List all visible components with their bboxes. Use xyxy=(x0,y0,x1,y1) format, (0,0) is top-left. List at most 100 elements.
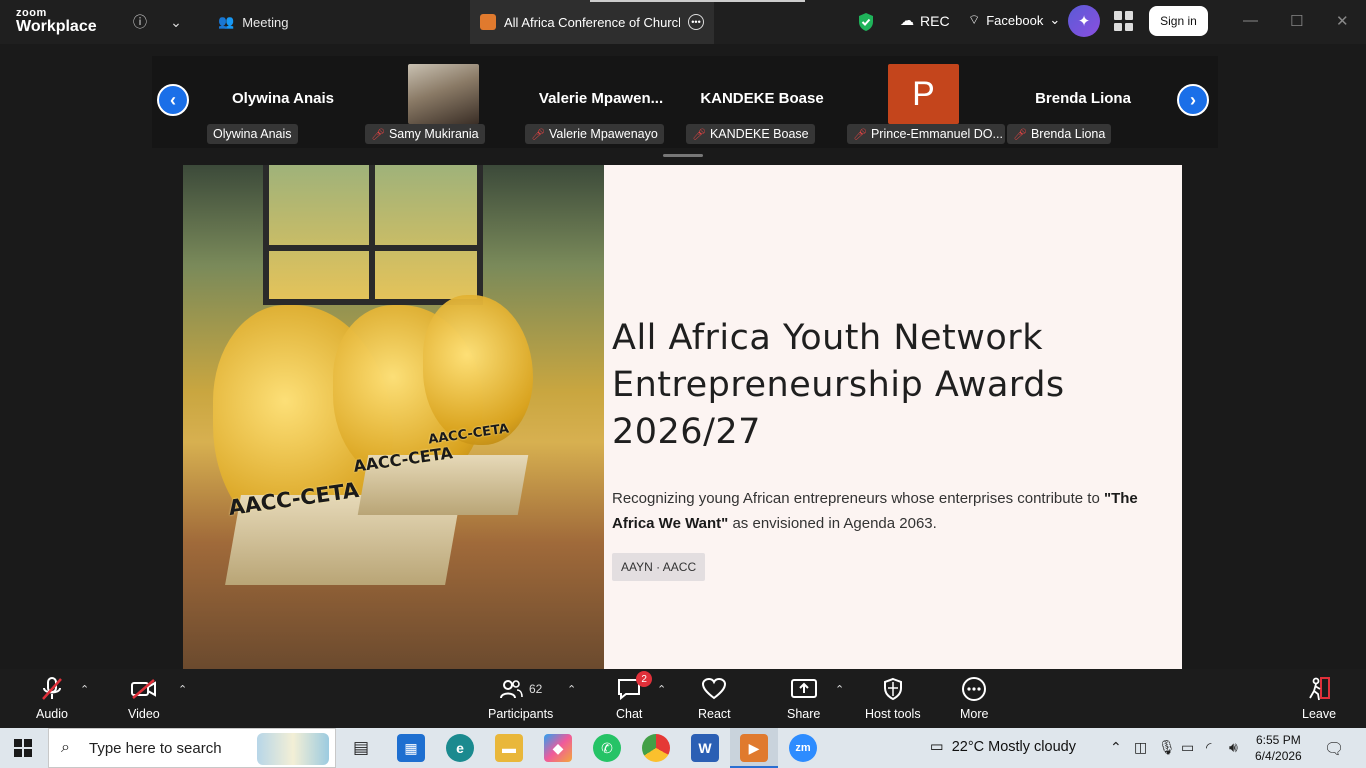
volume-icon[interactable]: 🔊︎ xyxy=(1229,739,1238,756)
tab-title: All Africa Conference of Churches xyxy=(504,14,680,30)
cloud-record-icon: ☁ xyxy=(900,12,914,28)
react-icon-wrap xyxy=(701,675,727,703)
participants-options-caret-icon[interactable]: ⌃ xyxy=(567,683,576,696)
participant-tile[interactable]: Olywina Anais Olywina Anais xyxy=(207,64,359,144)
video-label: Video xyxy=(128,707,160,721)
rec-label: REC xyxy=(920,12,950,29)
slide-title-line: Entrepreneurship Awards xyxy=(612,365,1065,405)
whatsapp-icon[interactable]: ✆ xyxy=(593,734,621,762)
participant-label-text: Olywina Anais xyxy=(213,127,292,141)
participant-label: 🎤︎ Brenda Liona xyxy=(1007,124,1112,144)
participant-label-text: Brenda Liona xyxy=(1030,127,1106,141)
chat-button[interactable]: 2 Chat xyxy=(616,671,653,721)
task-view-icon[interactable]: ▤ xyxy=(347,734,375,762)
more-icon xyxy=(962,677,987,701)
participant-label: Olywina Anais xyxy=(207,124,298,144)
weather-widget[interactable]: ▭ 22°C Mostly cloudy xyxy=(930,739,1076,755)
live-stream-icon: ⌔ xyxy=(968,12,981,27)
strip-prev-button[interactable]: ‹ xyxy=(157,84,189,116)
chat-options-caret-icon[interactable]: ⌃ xyxy=(657,683,666,696)
share-icon-wrap xyxy=(790,675,818,703)
slide-title: All Africa Youth Network Entrepreneurshi… xyxy=(612,315,1172,456)
participants-icon-wrap: 62 xyxy=(499,675,542,703)
slide-body-text: as envisioned in Agenda 2063. xyxy=(728,515,937,532)
taskbar-search[interactable]: ⌕ Type here to search xyxy=(48,728,336,768)
strip-scroll-indicator[interactable] xyxy=(663,154,703,157)
heart-icon xyxy=(702,677,727,700)
audio-button[interactable]: Audio xyxy=(36,675,68,721)
app-favicon-icon xyxy=(480,14,496,30)
react-button[interactable]: React xyxy=(698,675,731,721)
edge-browser-icon[interactable]: e xyxy=(446,734,474,762)
chevron-down-icon[interactable]: ⌄ xyxy=(164,10,188,34)
ai-companion-icon[interactable]: ✦ xyxy=(1068,5,1100,37)
muted-mic-icon: 🎤︎ xyxy=(531,128,545,141)
zoom-app-icon[interactable]: zm xyxy=(789,734,817,762)
stream-label: Facebook xyxy=(986,12,1044,28)
zoom-logo: zoom Workplace xyxy=(16,8,97,35)
meeting-tab[interactable]: 👥 Meeting xyxy=(218,10,288,34)
presentation-app-icon[interactable]: ▶ xyxy=(740,734,768,762)
record-button[interactable]: ☁ REC xyxy=(900,12,950,29)
share-button[interactable]: Share xyxy=(787,675,820,721)
sign-in-button[interactable]: Sign in xyxy=(1149,6,1208,36)
participants-count: 62 xyxy=(528,682,543,696)
participant-tile[interactable]: Valerie Mpawen... 🎤︎ Valerie Mpawenayo xyxy=(525,64,677,144)
system-clock[interactable]: 6:55 PM 6/4/2026 xyxy=(1255,732,1302,764)
participant-tile[interactable]: Brenda Liona 🎤︎ Brenda Liona xyxy=(1007,64,1159,144)
participant-label-text: Valerie Mpawenayo xyxy=(548,127,658,141)
apps-grid-icon[interactable] xyxy=(1114,11,1134,31)
more-icon-wrap xyxy=(961,675,987,703)
clock-time: 6:55 PM xyxy=(1256,733,1301,747)
tab-indicator xyxy=(590,0,805,2)
share-options-caret-icon[interactable]: ⌃ xyxy=(835,683,844,696)
more-label: More xyxy=(960,707,989,721)
host-tools-label: Host tools xyxy=(865,707,921,721)
brand-big: Workplace xyxy=(16,18,97,35)
shield-icon xyxy=(883,677,902,701)
wifi-icon[interactable]: ◜ xyxy=(1206,739,1211,756)
camera-icon[interactable]: ◫ xyxy=(1134,739,1147,756)
battery-icon[interactable]: ▭ xyxy=(1181,739,1194,756)
video-options-caret-icon[interactable]: ⌃ xyxy=(178,683,187,696)
leave-button[interactable]: Leave xyxy=(1302,675,1336,721)
word-icon[interactable]: W xyxy=(691,734,719,762)
copilot-icon[interactable]: ◆ xyxy=(544,734,572,762)
more-button[interactable]: More xyxy=(960,675,988,721)
participant-label: 🎤︎ Prince-Emmanuel DO... xyxy=(847,124,1005,144)
video-button[interactable]: Video xyxy=(128,675,160,721)
microphone-icon[interactable]: 🎙︎ xyxy=(1158,739,1176,756)
chevron-up-icon[interactable]: ⌃ xyxy=(1110,739,1122,756)
participant-name-display: Brenda Liona xyxy=(1035,90,1131,107)
chrome-icon[interactable] xyxy=(642,734,670,762)
react-label: React xyxy=(698,707,731,721)
video-off-icon xyxy=(130,675,158,703)
leave-icon-wrap xyxy=(1306,675,1332,703)
participants-button[interactable]: 62 Participants xyxy=(488,675,553,721)
participant-name-display: Valerie Mpawen... xyxy=(538,90,664,107)
windows-start-icon[interactable] xyxy=(14,739,32,757)
host-tools-button[interactable]: Host tools xyxy=(865,675,921,721)
muted-mic-icon xyxy=(40,675,64,703)
more-options-icon[interactable]: ••• xyxy=(688,14,704,30)
search-placeholder: Type here to search xyxy=(89,739,222,757)
participant-photo xyxy=(408,64,479,124)
participant-tile[interactable]: KANDEKE Boase 🎤︎ KANDEKE Boase xyxy=(686,64,838,144)
security-shield-icon[interactable] xyxy=(857,12,875,32)
active-app-tab[interactable]: All Africa Conference of Churches ••• xyxy=(470,0,714,44)
microsoft-store-icon[interactable]: ▦ xyxy=(397,734,425,762)
live-stream-button[interactable]: ⌔ Facebook ⌄ xyxy=(968,12,1060,28)
top-bar: zoom Workplace ⓘ ⌄ 👥 Meeting All Africa … xyxy=(0,0,1366,44)
slide-body: Recognizing young African entrepreneurs … xyxy=(612,486,1172,536)
meeting-toolbar: Audio ⌃ Video ⌃ 62 Participants ⌃ 2 Chat… xyxy=(0,669,1366,728)
share-screen-icon xyxy=(790,679,817,698)
notifications-icon[interactable]: 🗨︎ xyxy=(1324,739,1344,759)
audio-label: Audio xyxy=(36,707,68,721)
info-icon[interactable]: ⓘ xyxy=(128,10,152,34)
maximize-icon[interactable]: ☐ xyxy=(1290,12,1303,30)
minimize-icon[interactable]: — xyxy=(1243,12,1258,29)
file-explorer-icon[interactable]: ▬ xyxy=(495,734,523,762)
audio-options-caret-icon[interactable]: ⌃ xyxy=(80,683,89,696)
strip-next-button[interactable]: › xyxy=(1177,84,1209,116)
close-icon[interactable]: ✕ xyxy=(1336,12,1349,30)
